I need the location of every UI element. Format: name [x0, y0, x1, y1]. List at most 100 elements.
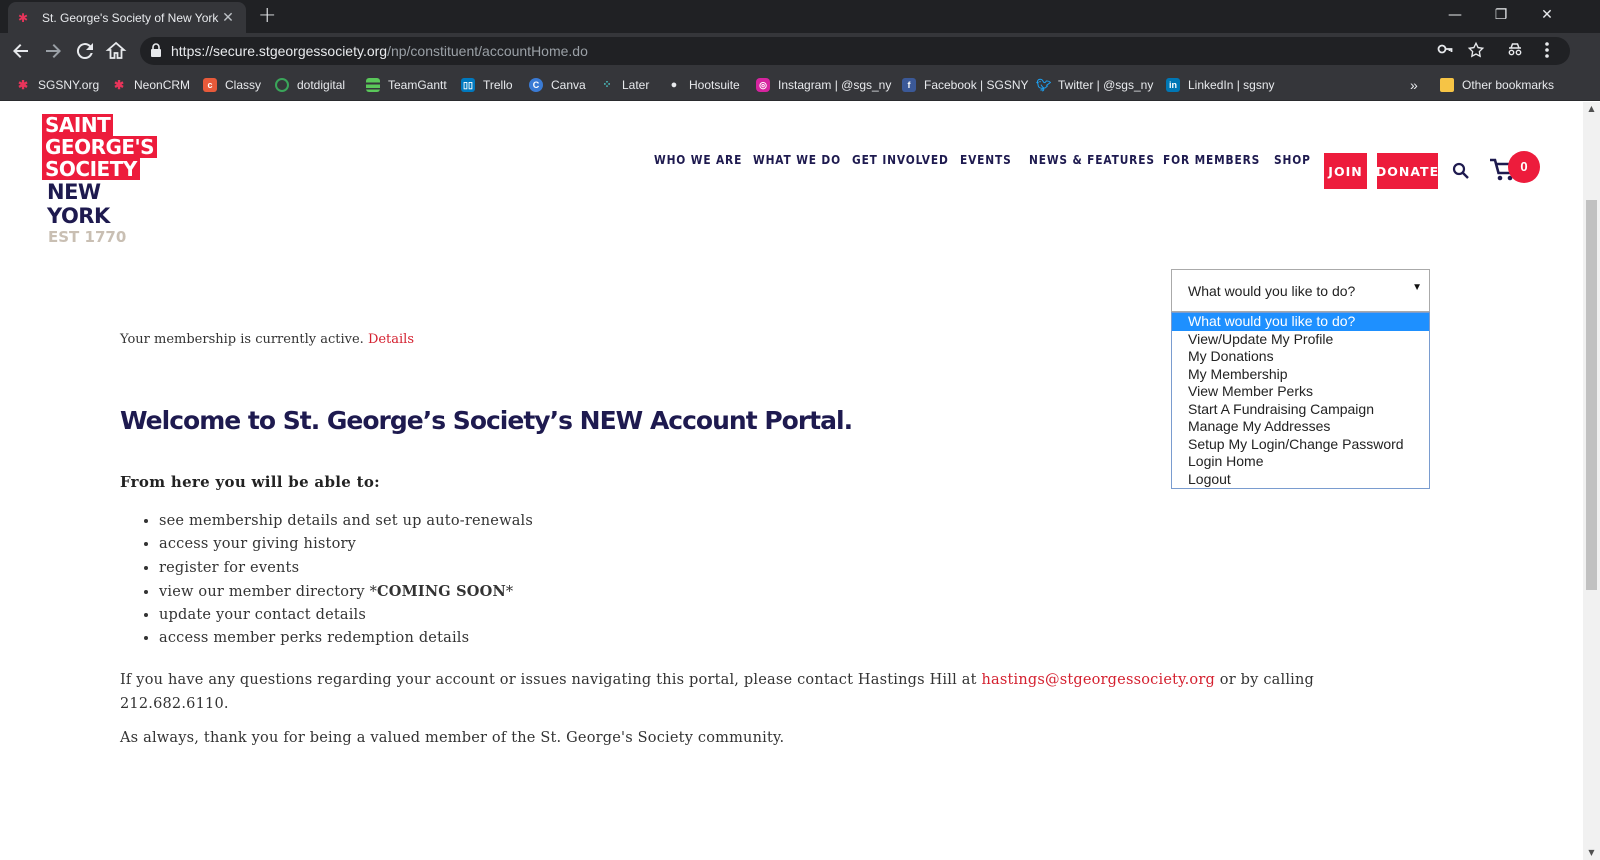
- logo-line-1: SAINT: [42, 114, 114, 136]
- sgsny-favicon-icon: ✱: [18, 10, 29, 25]
- bookmark-classy[interactable]: c Classy: [203, 76, 261, 94]
- donate-button[interactable]: DONATE: [1376, 153, 1438, 189]
- url-text: https://secure.stgeorgessociety.org/np/c…: [171, 43, 588, 59]
- other-bookmarks-folder[interactable]: Other bookmarks: [1440, 76, 1554, 94]
- list-item: access member perks redemption details: [159, 627, 533, 650]
- twitter-icon: 🐦︎: [1036, 78, 1052, 92]
- list-item: view our member directory *COMING SOON*: [159, 580, 533, 603]
- account-actions-select[interactable]: What would you like to do? ▼: [1171, 269, 1430, 312]
- logo-line-3: SOCIETY: [42, 158, 140, 180]
- classy-icon: c: [203, 78, 217, 92]
- bookmarks-bar: ✱ SGSNY.org ✱ NeonCRM c Classy dotdigital T…: [0, 69, 1600, 101]
- bookmark-neoncrm[interactable]: ✱ NeonCRM: [112, 76, 190, 94]
- scroll-down-icon[interactable]: ▼: [1583, 846, 1600, 860]
- canva-icon: C: [529, 78, 543, 92]
- option-placeholder[interactable]: What would you like to do?: [1172, 313, 1429, 331]
- main-nav: WHO WE ARE WHAT WE DO GET INVOLVED EVENT…: [654, 152, 1330, 167]
- option-fundraising-campaign[interactable]: Start A Fundraising Campaign: [1172, 401, 1429, 419]
- bookmark-dotdigital[interactable]: dotdigital: [275, 76, 345, 94]
- site-logo[interactable]: SAINT GEORGE'S SOCIETY NEW YORK EST 1770: [42, 114, 158, 246]
- search-icon[interactable]: [1452, 162, 1470, 180]
- option-my-donations[interactable]: My Donations: [1172, 348, 1429, 366]
- nav-shop[interactable]: SHOP: [1274, 152, 1310, 167]
- page-scrollbar[interactable]: ▲ ▼: [1583, 102, 1600, 860]
- lock-icon: [150, 43, 162, 60]
- home-icon[interactable]: [104, 39, 128, 63]
- browser-tab[interactable]: ✱ St. George's Society of New York ✕: [8, 2, 246, 33]
- thanks-paragraph: As always, thank you for being a valued …: [120, 730, 785, 746]
- option-manage-addresses[interactable]: Manage My Addresses: [1172, 418, 1429, 436]
- page-title: Welcome to St. George’s Society’s NEW Ac…: [120, 406, 853, 435]
- scroll-thumb[interactable]: [1586, 200, 1597, 590]
- option-login-home[interactable]: Login Home: [1172, 453, 1429, 471]
- nav-events[interactable]: EVENTS: [960, 152, 1011, 167]
- contact-email-link[interactable]: hastings@stgeorgessociety.org: [981, 672, 1215, 688]
- nav-get-involved[interactable]: GET INVOLVED: [852, 152, 948, 167]
- folder-icon: [1440, 78, 1454, 92]
- bookmarks-overflow-button[interactable]: »: [1410, 76, 1418, 94]
- nav-for-members[interactable]: FOR MEMBERS: [1163, 152, 1259, 167]
- features-list: see membership details and set up auto-r…: [159, 510, 533, 650]
- bookmark-instagram[interactable]: ◎ Instagram | @sgs_ny: [756, 76, 891, 94]
- window-close-button[interactable]: ✕: [1524, 0, 1570, 30]
- coming-soon-label: COMING SOON: [377, 583, 506, 601]
- minimize-button[interactable]: —: [1432, 0, 1478, 30]
- tab-close-icon[interactable]: ✕: [220, 10, 236, 26]
- back-icon[interactable]: [9, 39, 33, 63]
- restore-button[interactable]: ❐: [1478, 0, 1524, 30]
- nav-who-we-are[interactable]: WHO WE ARE: [654, 152, 741, 167]
- features-intro: From here you will be able to:: [120, 473, 380, 491]
- dotdigital-icon: [275, 78, 289, 92]
- logo-est: EST 1770: [48, 228, 127, 246]
- web-page: SAINT GEORGE'S SOCIETY NEW YORK EST 1770…: [0, 102, 1583, 860]
- menu-kebab-icon[interactable]: [1544, 41, 1550, 63]
- account-actions-options: What would you like to do? View/Update M…: [1171, 312, 1430, 489]
- later-icon: ⁘: [602, 79, 612, 91]
- bookmark-trello[interactable]: ▯▯ Trello: [461, 76, 513, 94]
- instagram-icon: ◎: [756, 78, 770, 92]
- reload-icon[interactable]: [73, 39, 97, 63]
- contact-paragraph: If you have any questions regarding your…: [120, 672, 1315, 712]
- membership-status: Your membership is currently active. Det…: [120, 332, 414, 347]
- list-item: see membership details and set up auto-r…: [159, 510, 533, 533]
- bookmark-sgsny[interactable]: ✱ SGSNY.org: [16, 76, 99, 94]
- details-link[interactable]: Details: [368, 332, 414, 347]
- browser-toolbar: https://secure.stgeorgessociety.org/np/c…: [0, 33, 1600, 69]
- linkedin-icon: in: [1166, 78, 1180, 92]
- bookmark-hootsuite[interactable]: ● Hootsuite: [667, 76, 740, 94]
- bookmark-later[interactable]: ⁘ Later: [600, 76, 649, 94]
- logo-line-2: GEORGE'S: [42, 136, 158, 158]
- option-update-profile[interactable]: View/Update My Profile: [1172, 331, 1429, 349]
- nav-what-we-do[interactable]: WHAT WE DO: [753, 152, 840, 167]
- neoncrm-icon: ✱: [113, 78, 125, 92]
- nav-news-features[interactable]: NEWS & FEATURES: [1029, 152, 1154, 167]
- new-tab-button[interactable]: +: [258, 4, 276, 28]
- option-login-password[interactable]: Setup My Login/Change Password: [1172, 436, 1429, 454]
- select-value: What would you like to do?: [1188, 283, 1356, 299]
- sgsny-icon: ✱: [17, 78, 29, 92]
- option-my-membership[interactable]: My Membership: [1172, 366, 1429, 384]
- bookmark-twitter[interactable]: 🐦︎ Twitter | @sgs_ny: [1036, 76, 1153, 94]
- browser-tab-bar: ✱ St. George's Society of New York ✕ + —…: [0, 0, 1600, 33]
- join-button[interactable]: JOIN: [1324, 153, 1367, 189]
- bookmark-linkedin[interactable]: in LinkedIn | sgsny: [1166, 76, 1275, 94]
- scroll-up-icon[interactable]: ▲: [1583, 102, 1600, 116]
- option-member-perks[interactable]: View Member Perks: [1172, 383, 1429, 401]
- bookmark-facebook[interactable]: f Facebook | SGSNY: [902, 76, 1029, 94]
- address-bar[interactable]: https://secure.stgeorgessociety.org/np/c…: [140, 37, 1570, 65]
- forward-icon[interactable]: [41, 39, 65, 63]
- option-logout[interactable]: Logout: [1172, 471, 1429, 489]
- logo-line-4: NEW YORK: [47, 180, 110, 228]
- incognito-extension-icon[interactable]: [1507, 41, 1523, 61]
- cart-count-badge[interactable]: 0: [1508, 151, 1540, 183]
- key-icon[interactable]: [1437, 41, 1453, 61]
- facebook-icon: f: [902, 78, 916, 92]
- teamgantt-icon: [366, 78, 380, 92]
- list-item: access your giving history: [159, 533, 533, 556]
- bookmark-canva[interactable]: C Canva: [529, 76, 586, 94]
- star-icon[interactable]: [1467, 41, 1485, 63]
- bookmark-teamgantt[interactable]: TeamGantt: [366, 76, 447, 94]
- tab-title: St. George's Society of New York: [42, 10, 219, 25]
- list-item: update your contact details: [159, 604, 533, 627]
- membership-status-text: Your membership is currently active.: [120, 332, 364, 347]
